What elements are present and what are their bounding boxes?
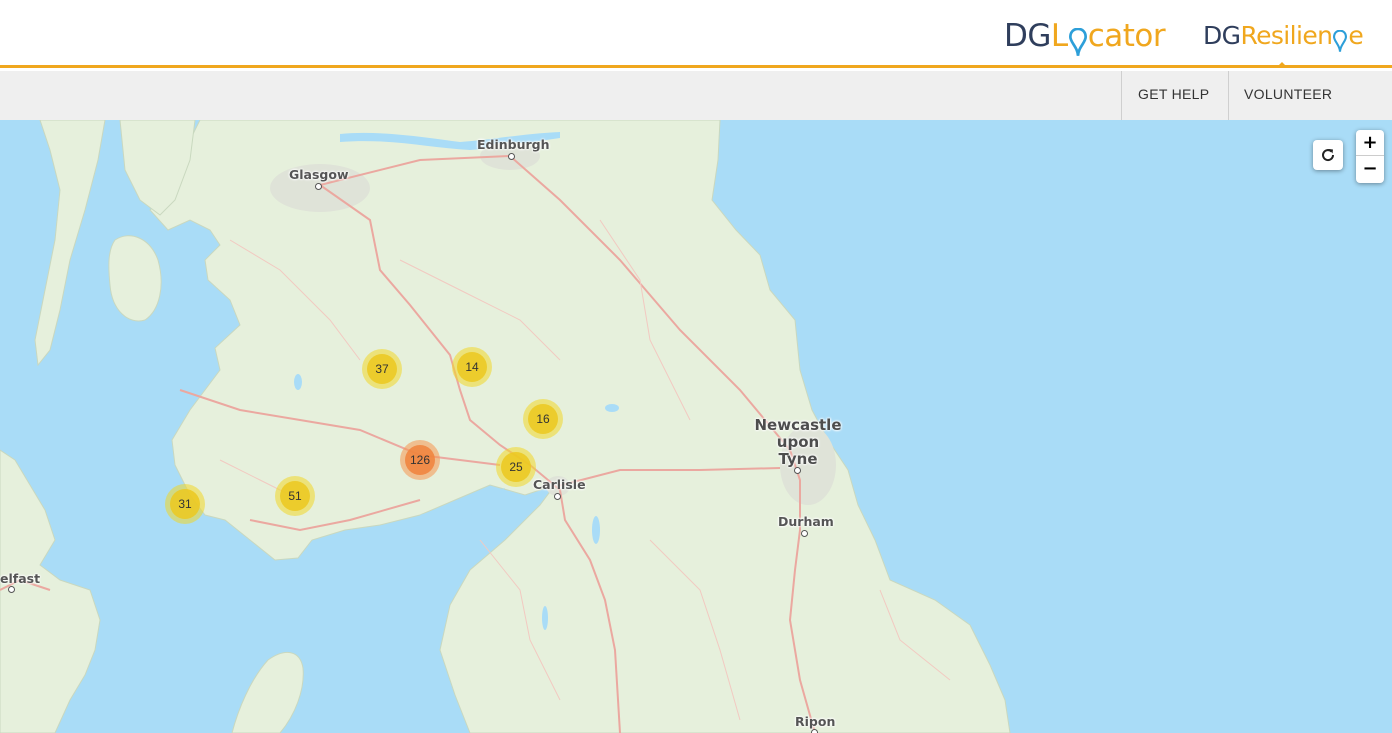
- marker-cluster[interactable]: 16: [523, 399, 563, 439]
- nav-bar: GET HELP VOLUNTEER: [0, 71, 1392, 120]
- marker-cluster[interactable]: 126: [400, 440, 440, 480]
- map-view[interactable]: Edinburgh Glasgow Newcastle upon Tyne Ca…: [0, 120, 1392, 733]
- place-label-newcastle: Newcastle upon Tyne: [754, 416, 842, 468]
- zoom-in-button[interactable]: +: [1356, 130, 1384, 156]
- marker-cluster[interactable]: 31: [165, 484, 205, 524]
- place-label-belfast: elfast: [0, 571, 41, 586]
- nav-volunteer[interactable]: VOLUNTEER: [1228, 71, 1392, 120]
- map-pin-icon: [1333, 30, 1348, 52]
- place-label-carlisle: Carlisle: [533, 477, 586, 492]
- zoom-control: + −: [1356, 130, 1384, 183]
- zoom-out-button[interactable]: −: [1356, 156, 1384, 182]
- nav-get-help[interactable]: GET HELP: [1121, 71, 1228, 120]
- marker-cluster[interactable]: 51: [275, 476, 315, 516]
- dgresilience-logo[interactable]: DG Resilien e: [1203, 21, 1364, 61]
- marker-cluster[interactable]: 14: [452, 347, 492, 387]
- marker-cluster[interactable]: 37: [362, 349, 402, 389]
- city-dot: [811, 729, 818, 733]
- place-label-ripon: Ripon: [795, 714, 836, 729]
- active-site-caret: [1276, 62, 1288, 68]
- city-dot: [554, 493, 561, 500]
- dglocator-logo[interactable]: DG Lcator: [1004, 18, 1166, 58]
- map-pin-icon: [1068, 28, 1087, 57]
- city-dot: [508, 153, 515, 160]
- refresh-button[interactable]: [1313, 140, 1343, 170]
- marker-cluster[interactable]: 25: [496, 447, 536, 487]
- place-label-glasgow: Glasgow: [289, 167, 349, 182]
- site-header: DG Lcator DG Resilien e: [0, 0, 1392, 68]
- city-dot: [315, 183, 322, 190]
- refresh-icon: [1322, 149, 1335, 162]
- map-basemap: [0, 120, 1011, 733]
- city-dot: [8, 586, 15, 593]
- city-dot: [801, 530, 808, 537]
- place-label-durham: Durham: [778, 514, 834, 529]
- place-label-edinburgh: Edinburgh: [477, 137, 550, 152]
- city-dot: [794, 467, 801, 474]
